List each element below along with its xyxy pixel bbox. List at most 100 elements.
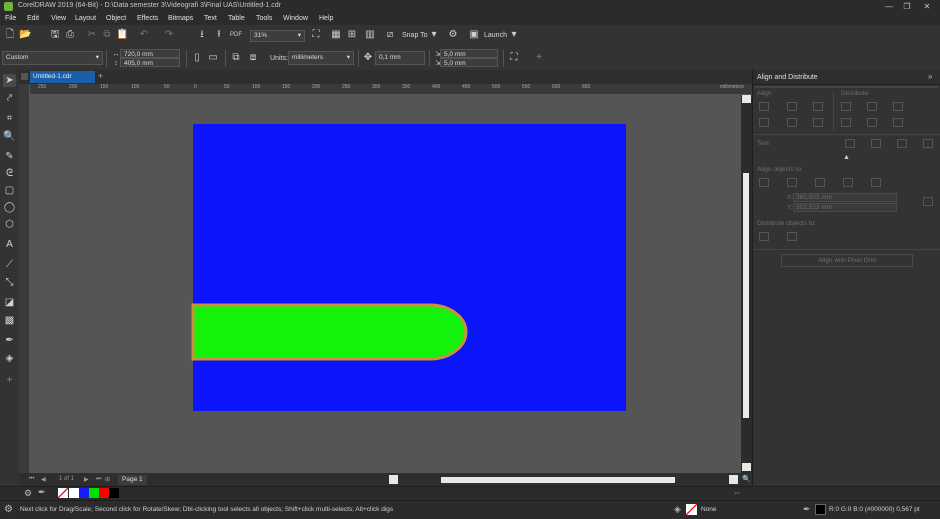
align-pixel-grid-button[interactable]: Align with Pixel Grid [781,254,913,267]
open-icon[interactable]: 📂 [19,29,31,41]
scroll-down-button[interactable] [742,463,751,471]
cut-icon[interactable]: ✂ [86,29,98,41]
text-first-line-icon[interactable] [845,139,855,148]
menu-edit[interactable]: Edit [27,15,39,22]
align-right-icon[interactable] [813,102,823,111]
first-page-icon[interactable]: ⏮ [29,476,34,483]
zoom-tool-icon[interactable]: 🔍 [3,130,16,143]
text-bounding-box-icon[interactable] [897,139,907,148]
minimize-button[interactable]: — [880,1,898,12]
scroll-left-button[interactable] [389,475,398,484]
text-tool-icon[interactable]: A [3,238,16,251]
y-position-input[interactable]: 202,523 mm [793,203,897,212]
distribute-right-icon[interactable] [893,102,903,111]
artistic-media-tool-icon[interactable]: ᘓ [3,167,16,180]
guidelines-icon[interactable]: ▥ [364,29,376,41]
save-icon[interactable]: 🖫 [49,29,61,41]
distribute-page-icon[interactable] [787,232,797,241]
distribute-center-icon[interactable] [867,102,877,111]
units-dropdown[interactable]: millimeters ▾ [288,51,354,65]
vertical-scrollbar[interactable] [741,95,752,473]
drawing-canvas[interactable] [30,95,741,473]
text-last-line-icon[interactable] [871,139,881,148]
document-tab[interactable]: Untitled-1.cdr [30,71,95,83]
snap-to-dropdown[interactable]: Snap To [402,32,428,39]
new-document-icon[interactable]: 🗋 [4,29,16,41]
shape-tool-icon[interactable]: ⤤ [3,92,16,105]
grid-icon[interactable]: ⊞ [346,29,358,41]
menu-tools[interactable]: Tools [256,15,272,22]
paste-icon[interactable]: 📋 [116,29,128,41]
next-page-icon[interactable]: ▶ [84,476,89,483]
add-tab-icon[interactable]: + [98,71,103,81]
current-page-icon[interactable]: ⧈ [247,52,259,64]
page-center-icon[interactable] [815,178,825,187]
prev-page-icon[interactable]: ◀ [41,476,46,483]
scrollbar-thumb[interactable] [743,173,749,418]
chevron-down-icon[interactable]: ▾ [428,29,440,41]
page-1-tab[interactable]: Page 1 [118,475,147,485]
close-button[interactable]: ✕ [918,1,936,12]
active-objects-icon[interactable] [759,178,769,187]
eyedropper-icon[interactable]: ✒ [38,487,46,498]
page-width-input[interactable]: 720,0 mm [120,49,180,58]
align-bottom-icon[interactable] [813,118,823,127]
status-options-icon[interactable]: ⚙ [4,504,13,515]
pick-tool-icon[interactable]: ➤ [3,74,16,87]
specified-point-icon[interactable] [871,178,881,187]
fill-swatch-none[interactable] [685,503,698,516]
menu-help[interactable]: Help [319,15,333,22]
snap-icon[interactable]: ⧄ [384,29,396,41]
menu-view[interactable]: View [51,15,66,22]
zoom-level-dropdown[interactable]: 31% ▾ [250,30,305,42]
page-preset-dropdown[interactable]: Custom ▾ [2,51,103,65]
add-page-icon[interactable]: ⊞ [105,476,110,483]
menu-text[interactable]: Text [204,15,217,22]
launch-icon[interactable]: ▣ [468,29,480,41]
ellipse-tool-icon[interactable]: ◯ [3,201,16,214]
palette-scroll-icon[interactable]: ⇔ [733,488,741,497]
undo-icon[interactable]: ↶ [138,29,150,41]
menu-file[interactable]: File [5,15,16,22]
palette-swatch[interactable] [69,488,79,498]
page-height-input[interactable]: 405,0 mm [120,58,180,67]
docker-collapse-icon[interactable]: » [928,72,932,81]
restore-button[interactable]: ❐ [898,1,916,12]
distribute-middle-icon[interactable] [867,118,877,127]
polygon-tool-icon[interactable]: ⬡ [3,218,16,231]
export-icon[interactable]: ⭱ [213,29,225,41]
no-color-swatch[interactable] [57,487,69,499]
chevron-down-icon[interactable]: ▾ [508,29,520,41]
page-edge-icon[interactable] [787,178,797,187]
point-picker-icon[interactable] [923,197,933,206]
outline-swatch[interactable] [815,504,826,515]
menu-effects[interactable]: Effects [137,15,158,22]
scroll-up-button[interactable] [742,95,751,103]
palette-swatch[interactable] [79,488,89,498]
rulers-icon[interactable]: ▦ [330,29,342,41]
print-icon[interactable]: ⎙ [64,29,76,41]
distribute-left-icon[interactable] [841,102,851,111]
quick-customize-icon[interactable]: + [3,374,16,387]
x-position-input[interactable]: 360,003 mm [793,193,897,202]
import-icon[interactable]: ⭳ [196,29,208,41]
portrait-icon[interactable]: ▯ [191,52,203,64]
align-top-icon[interactable] [759,118,769,127]
parallel-dimension-tool-icon[interactable]: ⟋ [3,258,16,271]
copy-icon[interactable]: ⧉ [101,29,113,41]
grid-icon[interactable] [843,178,853,187]
launch-dropdown[interactable]: Launch [484,32,507,39]
add-icon[interactable]: + [533,52,545,64]
interactive-fill-tool-icon[interactable]: ◈ [3,352,16,365]
redo-icon[interactable]: ↷ [163,29,175,41]
bleed-icon[interactable]: ⛶ [508,52,520,64]
menu-bitmaps[interactable]: Bitmaps [168,15,193,22]
nudge-distance-input[interactable]: 0,1 mm [375,51,425,65]
rounded-green-shape[interactable] [191,303,468,361]
palette-swatch[interactable] [99,488,109,498]
last-page-icon[interactable]: ⏭ [96,476,101,483]
eyedropper-tool-icon[interactable]: ✒ [3,334,16,347]
vertical-ruler[interactable] [19,84,30,474]
all-pages-icon[interactable]: ⧉ [230,52,242,64]
landscape-icon[interactable]: ▭ [207,52,219,64]
